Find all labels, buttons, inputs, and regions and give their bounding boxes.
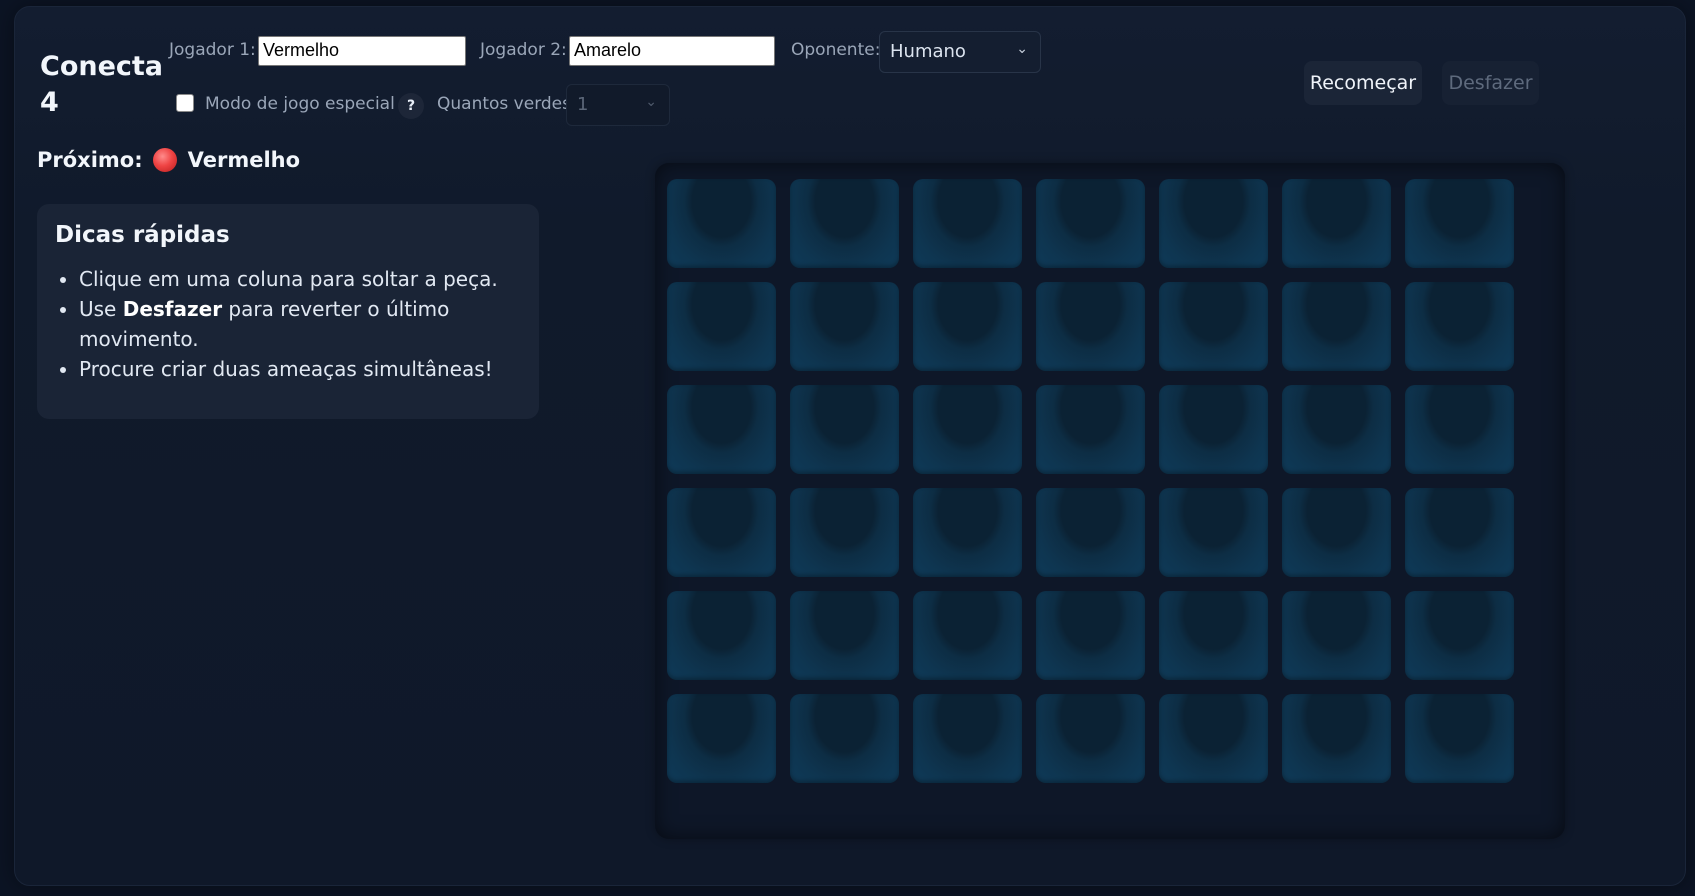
page-title: Conecta 4 bbox=[40, 51, 164, 118]
board-cell[interactable] bbox=[1282, 488, 1391, 577]
special-mode-label: Modo de jogo especial bbox=[205, 94, 395, 114]
tip-item: Procure criar duas ameaças simultâneas! bbox=[79, 354, 521, 384]
board-cell[interactable] bbox=[1405, 179, 1514, 268]
red-disc-icon bbox=[152, 148, 177, 172]
board-grid bbox=[667, 179, 1514, 783]
restart-button[interactable]: Recomeçar bbox=[1304, 61, 1422, 105]
board-cell[interactable] bbox=[913, 694, 1022, 783]
board-cell[interactable] bbox=[1036, 179, 1145, 268]
tips-panel: Dicas rápidas Clique em uma coluna para … bbox=[37, 204, 539, 419]
tips-title: Dicas rápidas bbox=[55, 222, 230, 248]
board-cell[interactable] bbox=[913, 488, 1022, 577]
greens-select[interactable]: 1 ⌄ bbox=[566, 84, 670, 126]
game-container: Conecta 4 Jogador 1: Vermelho Jogador 2:… bbox=[14, 6, 1686, 886]
board-cell[interactable] bbox=[667, 179, 776, 268]
tips-list: Clique em uma coluna para soltar a peça.… bbox=[55, 264, 521, 384]
player2-label: Jogador 2: bbox=[480, 40, 567, 60]
board-cell[interactable] bbox=[790, 694, 899, 783]
board-cell[interactable] bbox=[1282, 694, 1391, 783]
special-mode-checkbox[interactable] bbox=[176, 94, 194, 112]
next-player-name: Vermelho bbox=[187, 148, 301, 172]
chevron-down-icon: ⌄ bbox=[645, 94, 657, 110]
chevron-down-icon: ⌄ bbox=[1016, 41, 1028, 57]
board-cell[interactable] bbox=[913, 282, 1022, 371]
board-cell[interactable] bbox=[790, 591, 899, 680]
board-cell[interactable] bbox=[1405, 282, 1514, 371]
board-cell[interactable] bbox=[667, 282, 776, 371]
board-cell[interactable] bbox=[1036, 488, 1145, 577]
player2-name-input[interactable]: Amarelo bbox=[569, 36, 775, 66]
board-cell[interactable] bbox=[1159, 179, 1268, 268]
board-cell[interactable] bbox=[1405, 385, 1514, 474]
board-cell[interactable] bbox=[1159, 694, 1268, 783]
board-cell[interactable] bbox=[1405, 488, 1514, 577]
board-cell[interactable] bbox=[1159, 591, 1268, 680]
board-cell[interactable] bbox=[667, 488, 776, 577]
board-cell[interactable] bbox=[1036, 385, 1145, 474]
player1-name-input[interactable]: Vermelho bbox=[258, 36, 466, 66]
undo-button[interactable]: Desfazer bbox=[1442, 61, 1539, 105]
board-cell[interactable] bbox=[667, 591, 776, 680]
board-cell[interactable] bbox=[790, 385, 899, 474]
tip-item: Clique em uma coluna para soltar a peça. bbox=[79, 264, 521, 294]
next-player-indicator: Próximo: Vermelho bbox=[37, 145, 300, 175]
board-cell[interactable] bbox=[1405, 694, 1514, 783]
opponent-label: Oponente: bbox=[791, 40, 881, 60]
board-cell[interactable] bbox=[1159, 282, 1268, 371]
board-cell[interactable] bbox=[1282, 282, 1391, 371]
tip-item: Use Desfazer para reverter o último movi… bbox=[79, 294, 521, 354]
board-cell[interactable] bbox=[790, 179, 899, 268]
board-cell[interactable] bbox=[1159, 385, 1268, 474]
tip-undo-emphasis: Desfazer bbox=[122, 297, 223, 321]
game-board bbox=[655, 163, 1565, 839]
board-cell[interactable] bbox=[1282, 179, 1391, 268]
help-icon[interactable]: ? bbox=[398, 93, 424, 119]
board-cell[interactable] bbox=[913, 179, 1022, 268]
board-cell[interactable] bbox=[790, 488, 899, 577]
next-label: Próximo: bbox=[37, 148, 143, 172]
board-cell[interactable] bbox=[1282, 385, 1391, 474]
board-cell[interactable] bbox=[667, 694, 776, 783]
board-cell[interactable] bbox=[913, 385, 1022, 474]
board-cell[interactable] bbox=[913, 591, 1022, 680]
greens-selected-value: 1 bbox=[577, 94, 589, 115]
board-cell[interactable] bbox=[1282, 591, 1391, 680]
board-cell[interactable] bbox=[790, 282, 899, 371]
board-cell[interactable] bbox=[1036, 282, 1145, 371]
board-cell[interactable] bbox=[1036, 591, 1145, 680]
board-cell[interactable] bbox=[1159, 488, 1268, 577]
opponent-selected-value: Humano bbox=[890, 41, 966, 62]
opponent-select[interactable]: Humano ⌄ bbox=[879, 31, 1041, 73]
tip-text: Use bbox=[79, 297, 123, 321]
board-cell[interactable] bbox=[1405, 591, 1514, 680]
player1-label: Jogador 1: bbox=[169, 40, 256, 60]
board-cell[interactable] bbox=[1036, 694, 1145, 783]
greens-label: Quantos verdes: bbox=[437, 94, 577, 114]
board-cell[interactable] bbox=[667, 385, 776, 474]
